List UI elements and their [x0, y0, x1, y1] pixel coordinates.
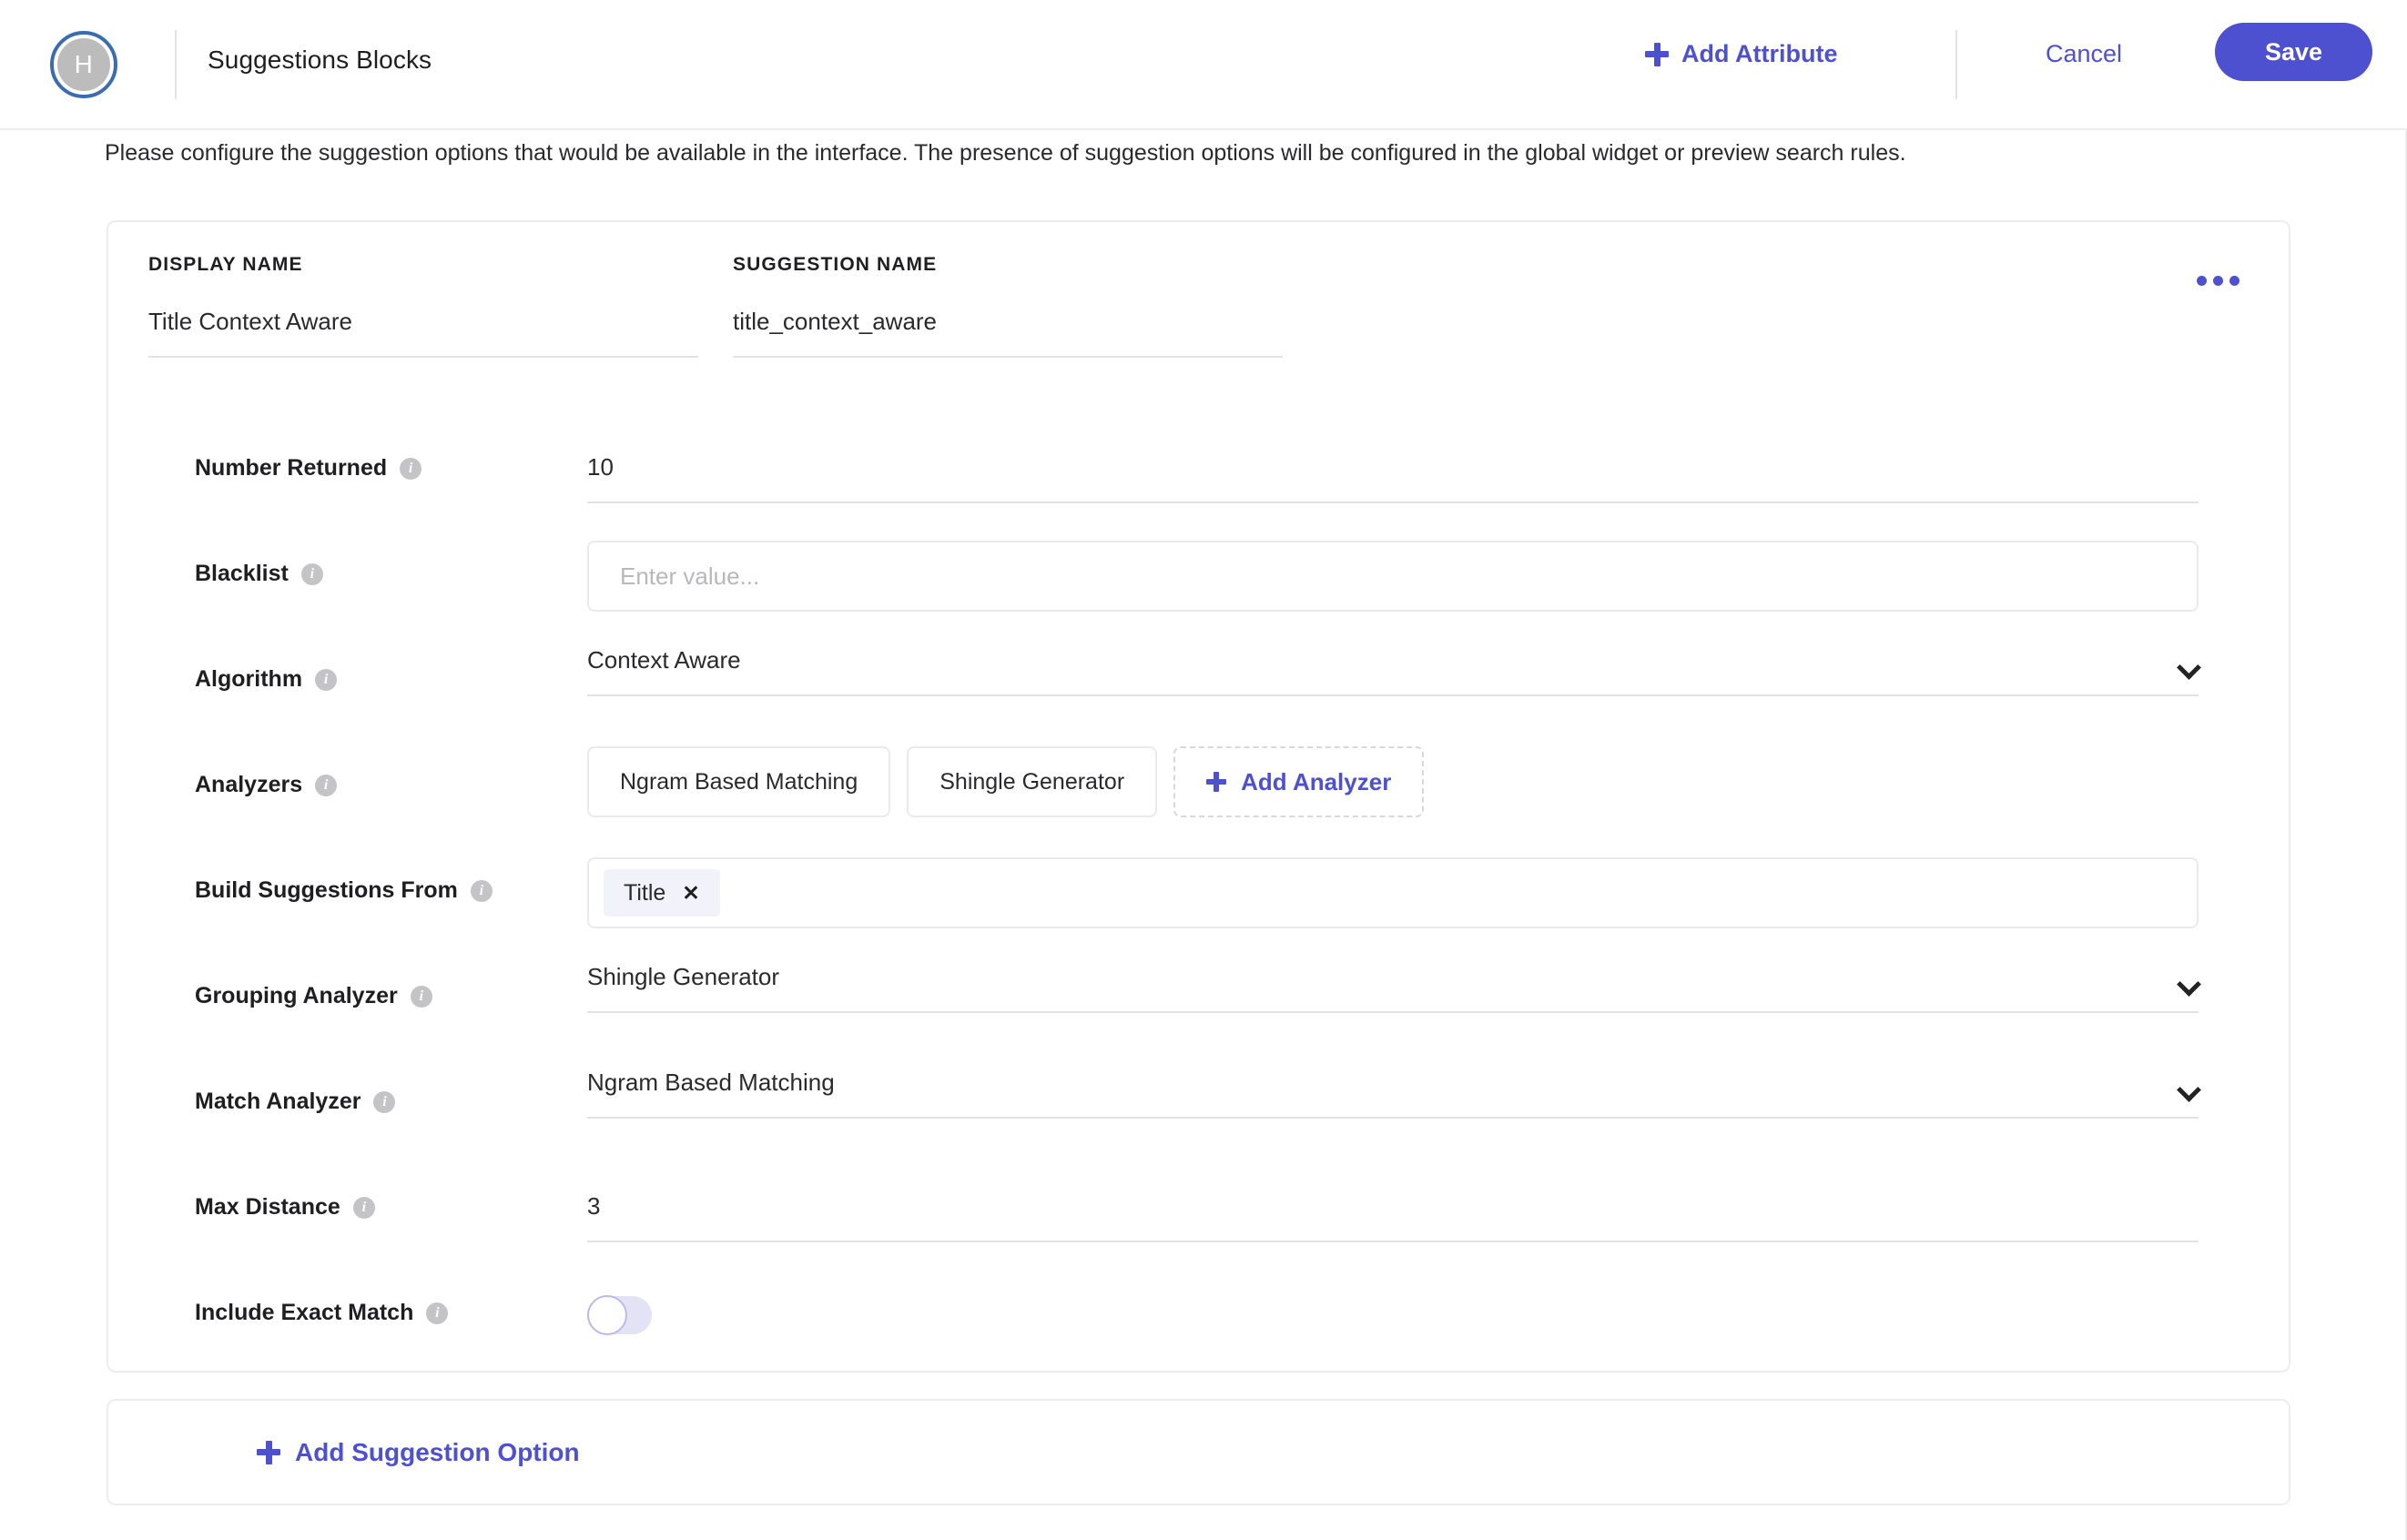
- ellipsis-dot: [2229, 275, 2239, 286]
- info-icon[interactable]: i: [410, 985, 432, 1008]
- display-name-input[interactable]: [148, 308, 698, 358]
- info-icon[interactable]: i: [373, 1090, 396, 1113]
- page-title: Suggestions Blocks: [208, 46, 432, 74]
- info-icon[interactable]: i: [426, 1302, 449, 1324]
- number-returned-label: Number Returned i: [195, 455, 422, 481]
- toggle-knob: [587, 1295, 627, 1335]
- grouping-analyzer-select[interactable]: Shingle Generator: [587, 963, 2199, 1013]
- info-icon[interactable]: i: [470, 879, 493, 902]
- algorithm-select[interactable]: Context Aware: [587, 646, 2199, 696]
- info-icon[interactable]: i: [352, 1196, 375, 1219]
- build-suggestions-from-label: Build Suggestions From i: [195, 877, 493, 904]
- token-chip: Title ✕: [604, 869, 720, 917]
- close-icon[interactable]: ✕: [682, 882, 699, 904]
- max-distance-label: Max Distance i: [195, 1194, 375, 1221]
- match-analyzer-label: Match Analyzer i: [195, 1089, 396, 1115]
- info-icon[interactable]: i: [315, 774, 338, 796]
- algorithm-label: Algorithm i: [195, 666, 338, 693]
- include-exact-match-label: Include Exact Match i: [195, 1300, 449, 1326]
- plus-icon: [257, 1440, 280, 1464]
- add-attribute-button[interactable]: Add Attribute: [1645, 40, 1837, 68]
- avatar-initial: H: [57, 38, 110, 91]
- chevron-down-icon: [2178, 659, 2199, 671]
- algorithm-value: Context Aware: [587, 646, 741, 674]
- analyzers-row: Ngram Based Matching Shingle Generator A…: [587, 746, 1425, 817]
- suggestion-name-input[interactable]: [733, 308, 1283, 358]
- plus-icon: [1206, 772, 1227, 792]
- add-attribute-label: Add Attribute: [1681, 40, 1838, 67]
- info-icon[interactable]: i: [300, 562, 323, 585]
- analyzers-label: Analyzers i: [195, 772, 338, 798]
- include-exact-match-toggle[interactable]: [587, 1295, 652, 1335]
- page-description: Please configure the suggestion options …: [105, 140, 1906, 166]
- header-divider-right: [1955, 30, 1957, 99]
- suggestion-name-label: SUGGESTION NAME: [733, 254, 938, 275]
- add-suggestion-option-label: Add Suggestion Option: [257, 1438, 580, 1467]
- analyzer-chip[interactable]: Shingle Generator: [907, 746, 1158, 817]
- add-analyzer-button[interactable]: Add Analyzer: [1173, 746, 1425, 817]
- analyzer-chip[interactable]: Ngram Based Matching: [587, 746, 891, 817]
- build-suggestions-from-input[interactable]: Title ✕: [587, 857, 2199, 928]
- cancel-button[interactable]: Cancel: [2046, 40, 2122, 68]
- display-name-label: DISPLAY NAME: [148, 254, 303, 275]
- chevron-down-icon: [2178, 976, 2199, 988]
- grouping-analyzer-label: Grouping Analyzer i: [195, 983, 432, 1009]
- grouping-analyzer-value: Shingle Generator: [587, 963, 780, 990]
- info-icon[interactable]: i: [400, 457, 422, 480]
- match-analyzer-value: Ngram Based Matching: [587, 1069, 835, 1096]
- info-icon[interactable]: i: [315, 668, 338, 691]
- chevron-down-icon: [2178, 1081, 2199, 1093]
- ellipsis-dot: [2212, 275, 2223, 286]
- add-analyzer-label: Add Analyzer: [1241, 767, 1392, 795]
- top-bar: H Suggestions Blocks Add Attribute Cance…: [0, 0, 2407, 130]
- match-analyzer-select[interactable]: Ngram Based Matching: [587, 1069, 2199, 1119]
- blacklist-label: Blacklist i: [195, 561, 323, 587]
- max-distance-input[interactable]: [587, 1192, 2199, 1242]
- token-label: Title: [624, 879, 666, 906]
- add-suggestion-option-button[interactable]: Add Suggestion Option: [107, 1399, 2290, 1505]
- ellipsis-icon[interactable]: [2191, 264, 2244, 297]
- header-divider-left: [175, 30, 177, 99]
- ellipsis-dot: [2196, 275, 2207, 286]
- save-button[interactable]: Save: [2215, 23, 2372, 81]
- number-returned-input[interactable]: [587, 453, 2199, 503]
- avatar[interactable]: H: [50, 31, 117, 98]
- blacklist-input[interactable]: [587, 541, 2199, 612]
- plus-icon: [1645, 42, 1669, 66]
